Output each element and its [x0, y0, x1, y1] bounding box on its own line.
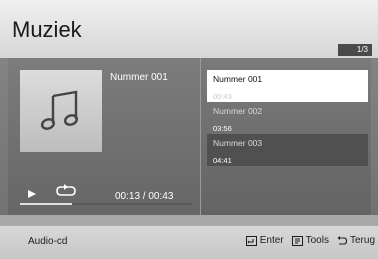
progress-fill: [20, 203, 72, 205]
play-icon[interactable]: [27, 189, 37, 199]
music-player-screen: Muziek 1/3 Nummer 001 00:13 / 00:43 Numm…: [0, 0, 378, 259]
panel-divider: [200, 58, 201, 215]
now-playing-track-name: Nummer 001: [110, 72, 168, 83]
progress-bar[interactable]: [20, 203, 192, 205]
footer-strip: [0, 215, 378, 226]
footer: Audio-cd Enter Tools Terug: [0, 226, 378, 259]
playlist: Nummer 001 00:43 Nummer 002 03:56 Nummer…: [207, 70, 368, 166]
tools-label: Tools: [305, 235, 329, 246]
track-duration: 03:56: [213, 124, 232, 133]
repeat-icon[interactable]: [55, 184, 77, 198]
playlist-item-1[interactable]: Nummer 001 00:43: [207, 70, 368, 102]
music-note-icon: [40, 90, 79, 130]
tools-button[interactable]: Tools: [291, 235, 329, 246]
enter-icon: [245, 235, 257, 246]
playlist-item-3[interactable]: Nummer 003 04:41: [207, 134, 368, 166]
tools-icon: [291, 235, 303, 246]
album-art: [20, 70, 102, 152]
footer-buttons: Enter Tools Terug: [245, 235, 375, 246]
return-icon: [337, 235, 347, 245]
return-button[interactable]: Terug: [337, 235, 375, 246]
track-name: Nummer 003: [213, 138, 263, 148]
source-label: Audio-cd: [28, 236, 68, 247]
page-title: Muziek: [12, 17, 82, 42]
playback-time: 00:13 / 00:43: [115, 191, 174, 202]
track-name: Nummer 001: [213, 74, 263, 84]
page-indicator: 1/3: [338, 44, 372, 56]
enter-button[interactable]: Enter: [245, 235, 284, 246]
header: Muziek 1/3: [0, 0, 378, 58]
track-duration: 00:43: [213, 92, 232, 101]
enter-label: Enter: [259, 235, 284, 246]
track-duration: 04:41: [213, 156, 232, 165]
return-label: Terug: [349, 235, 375, 246]
playlist-item-2[interactable]: Nummer 002 03:56: [207, 102, 368, 134]
track-name: Nummer 002: [213, 106, 263, 116]
